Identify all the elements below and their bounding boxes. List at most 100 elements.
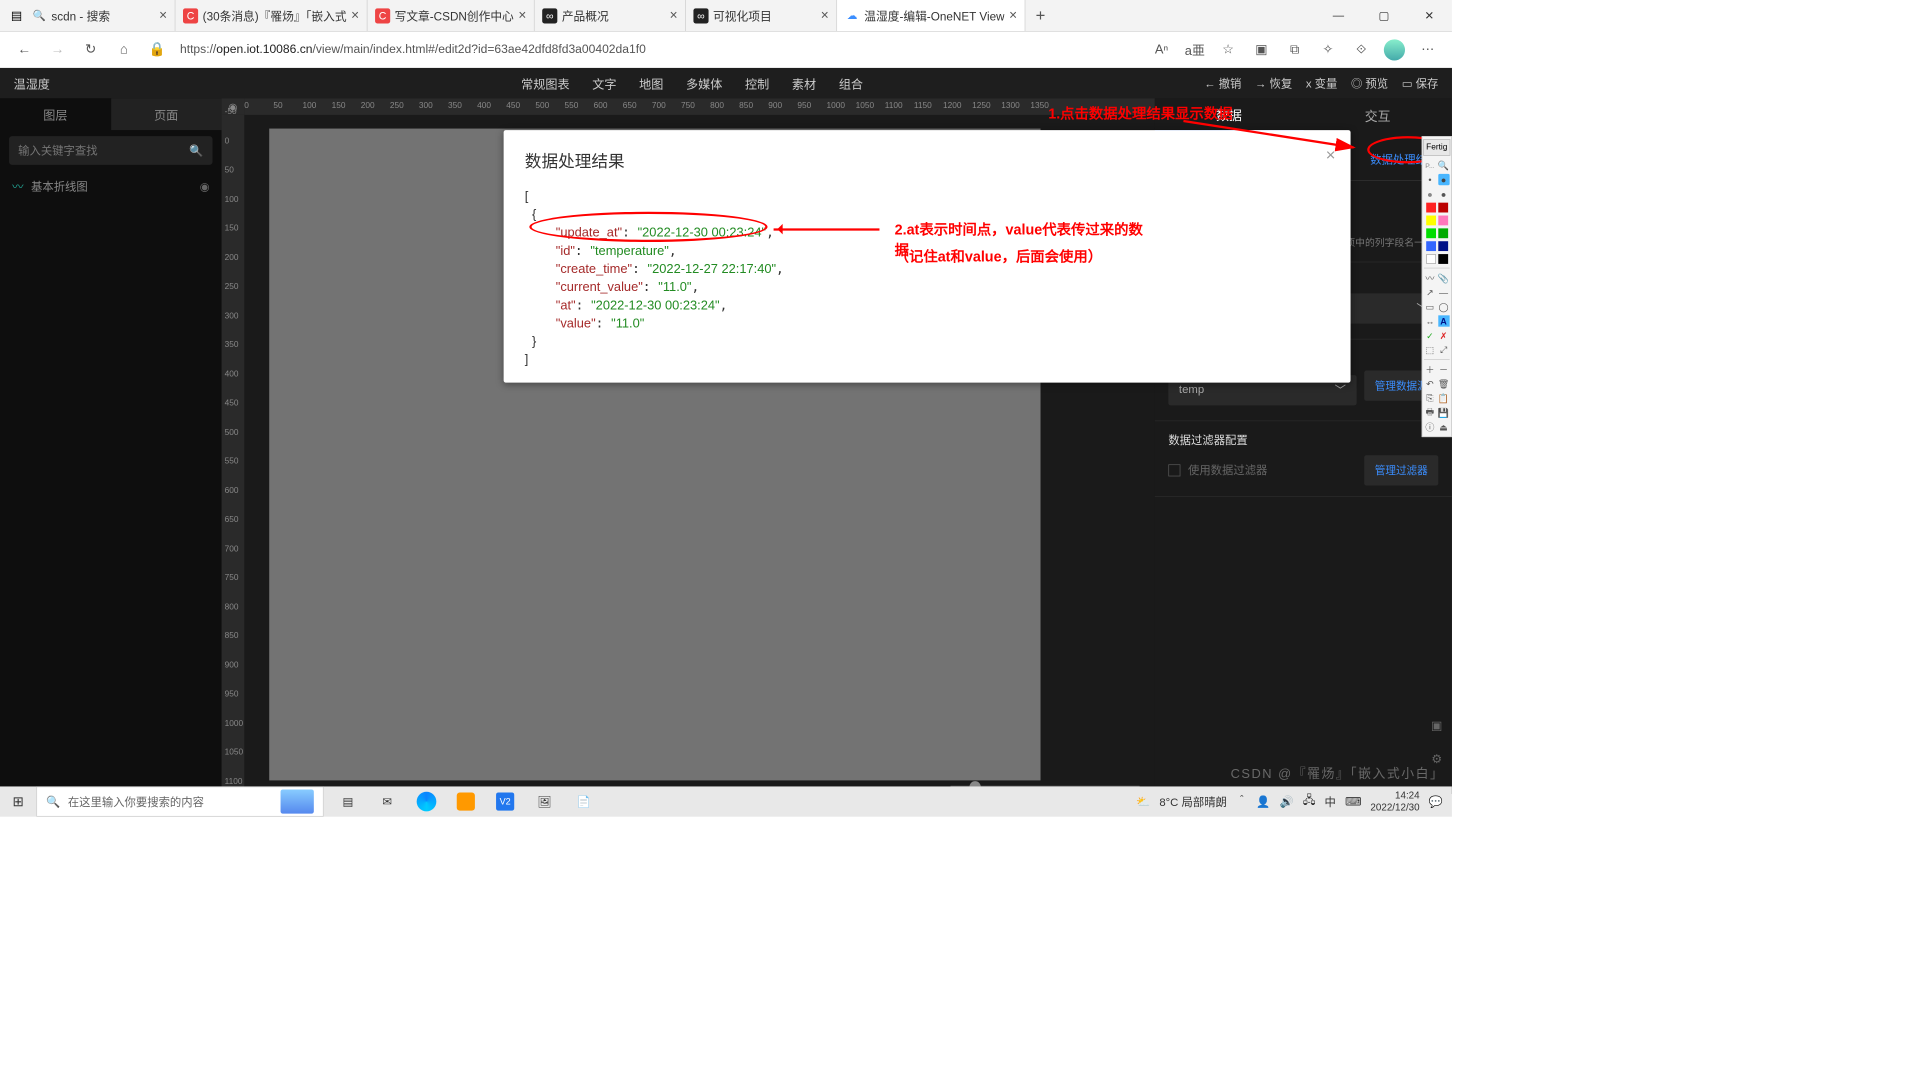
translate-icon[interactable]: a亜 [1178, 34, 1211, 64]
info-icon[interactable]: ⓘ [1424, 421, 1435, 432]
menu-material[interactable]: 素材 [792, 74, 816, 92]
keyboard-icon[interactable]: ⌨ [1345, 795, 1361, 809]
line-tool-icon[interactable]: — [1438, 287, 1449, 298]
paste-icon[interactable]: 📋 [1438, 392, 1449, 403]
color-green[interactable] [1426, 228, 1436, 238]
mail-app-icon[interactable]: ✉ [369, 786, 405, 816]
variable-button[interactable]: x 变量 [1306, 75, 1338, 91]
home-button[interactable]: ⌂ [107, 34, 140, 64]
tab-0[interactable]: 🔍 scdn - 搜索 × [24, 0, 175, 31]
modal-close-button[interactable]: × [1326, 145, 1336, 165]
minus-icon[interactable]: － [1438, 364, 1449, 375]
magnifier-icon[interactable]: 🔍 [1438, 160, 1449, 171]
back-button[interactable]: ← [8, 34, 41, 64]
text-tool-icon[interactable]: A [1438, 315, 1449, 326]
taskbar-search[interactable]: 🔍 在这里输入你要搜索的内容 [36, 786, 323, 816]
url-field[interactable]: https://open.iot.10086.cn/view/main/inde… [180, 43, 1139, 57]
tab-2[interactable]: C 写文章-CSDN创作中心 × [367, 0, 534, 31]
maximize-button[interactable]: ▢ [1361, 0, 1406, 31]
notifications-icon[interactable]: 💬 [1429, 795, 1443, 809]
color-darkblue[interactable] [1438, 241, 1448, 251]
double-arrow-icon[interactable]: ↔ [1424, 315, 1435, 326]
favorite-icon[interactable]: ☆ [1211, 34, 1244, 64]
color-black[interactable] [1438, 254, 1448, 264]
dark-dot-icon[interactable]: ● [1438, 188, 1449, 199]
ellipse-tool-icon[interactable]: ◯ [1438, 301, 1449, 312]
tab-4[interactable]: ∞ 可视化项目 × [686, 0, 837, 31]
save-button[interactable]: ▭ 保存 [1402, 75, 1439, 91]
ime-icon[interactable]: 中 [1325, 794, 1336, 810]
trash-icon[interactable]: 🗑 [1438, 378, 1449, 389]
more-icon[interactable]: ⋯ [1411, 34, 1444, 64]
redo-button[interactable]: → 恢复 [1255, 75, 1292, 91]
color-pink[interactable] [1438, 216, 1448, 226]
color-white[interactable] [1426, 254, 1436, 264]
menu-charts[interactable]: 常规图表 [521, 74, 569, 92]
vnc-app-icon[interactable]: V2 [487, 786, 523, 816]
network-icon[interactable]: 🖧 [1303, 792, 1316, 811]
tab-1[interactable]: C (30条消息)『罹炀』「嵌入式 × [175, 0, 367, 31]
app-icon-generic2[interactable]: 📄 [566, 786, 602, 816]
favorites-bar-icon[interactable]: ✧ [1311, 34, 1344, 64]
undo-icon[interactable]: ↶ [1424, 378, 1435, 389]
close-icon[interactable]: × [518, 8, 526, 24]
color-red[interactable] [1426, 203, 1436, 213]
tab-interaction[interactable]: 交互 [1303, 98, 1452, 131]
color-yellow[interactable] [1426, 216, 1436, 226]
zoom-icon[interactable]: ⤢ [1438, 344, 1449, 355]
reload-button[interactable]: ↻ [74, 34, 107, 64]
panel-toggle-icon[interactable]: ▣ [1431, 718, 1442, 733]
close-icon[interactable]: × [159, 8, 167, 24]
color-darkgreen[interactable] [1438, 228, 1448, 238]
menu-control[interactable]: 控制 [745, 74, 769, 92]
plus-icon[interactable]: ＋ [1424, 364, 1435, 375]
task-view-icon[interactable]: ▤ [330, 786, 366, 816]
search-icon[interactable]: 🔍 [189, 144, 203, 158]
snip-done-button[interactable]: Fertig [1423, 139, 1450, 156]
menu-group[interactable]: 组合 [839, 74, 863, 92]
save-icon[interactable]: 💾 [1438, 407, 1449, 418]
tray-chevron-icon[interactable]: ＾ [1236, 794, 1247, 810]
avatar[interactable] [1378, 34, 1411, 64]
close-icon[interactable]: × [351, 8, 359, 24]
crop-icon[interactable]: ⬚ [1424, 344, 1435, 355]
curve-tool-icon[interactable]: 〰 [1424, 272, 1435, 283]
exit-icon[interactable]: ⏏ [1438, 421, 1449, 432]
snip-tool-palette[interactable]: Fertig P...🔍 •● ●● 〰📎 ↗— ▭◯ ↔A ✓✗ ⬚⤢ ＋－ … [1422, 136, 1452, 437]
rect-tool-icon[interactable]: ▭ [1424, 301, 1435, 312]
check-icon[interactable]: ✓ [1424, 330, 1435, 341]
close-icon[interactable]: × [821, 8, 829, 24]
tray-clock[interactable]: 14:24 2022/12/30 [1370, 790, 1419, 814]
print-icon[interactable]: 🖶 [1424, 407, 1435, 418]
start-button[interactable]: ⊞ [0, 794, 36, 810]
attach-icon[interactable]: 📎 [1438, 272, 1449, 283]
tab-5-active[interactable]: ☁ 温湿度-编辑-OneNET View × [837, 0, 1025, 31]
extension-icon[interactable]: ▣ [1245, 34, 1278, 64]
lock-icon[interactable]: 🔒 [141, 34, 174, 64]
sidebar-toggle-icon[interactable]: ▤ [9, 8, 24, 23]
undo-button[interactable]: ← 撤销 [1204, 75, 1241, 91]
volume-icon[interactable]: 🔊 [1280, 795, 1294, 809]
tab-layers[interactable]: 图层 [0, 98, 111, 130]
manage-filter-button[interactable]: 管理过滤器 [1364, 455, 1438, 485]
menu-text[interactable]: 文字 [592, 74, 616, 92]
x-icon[interactable]: ✗ [1438, 330, 1449, 341]
tab-3[interactable]: ∞ 产品概况 × [535, 0, 686, 31]
tab-pages[interactable]: 页面 [111, 98, 222, 130]
filter-checkbox[interactable] [1168, 464, 1180, 476]
visibility-icon[interactable]: ◉ [200, 180, 210, 194]
app-icon-generic1[interactable]: 🖼 [526, 786, 562, 816]
edge-app-icon[interactable] [408, 786, 444, 816]
read-aloud-icon[interactable]: Aⁿ [1145, 34, 1178, 64]
layer-search[interactable]: 🔍 [9, 136, 212, 165]
dot-large-icon[interactable]: ● [1438, 174, 1449, 185]
vmware-app-icon[interactable] [448, 786, 484, 816]
menu-map[interactable]: 地图 [639, 74, 663, 92]
collections-icon[interactable]: ⟐ [1345, 34, 1378, 64]
new-tab-button[interactable]: + [1025, 0, 1055, 31]
arrow-tool-icon[interactable]: ↗ [1424, 287, 1435, 298]
weather-icon[interactable]: ⛅ [1136, 795, 1150, 809]
color-blue[interactable] [1426, 241, 1436, 251]
layer-search-input[interactable] [18, 144, 189, 157]
gray-dot-icon[interactable]: ● [1424, 188, 1435, 199]
